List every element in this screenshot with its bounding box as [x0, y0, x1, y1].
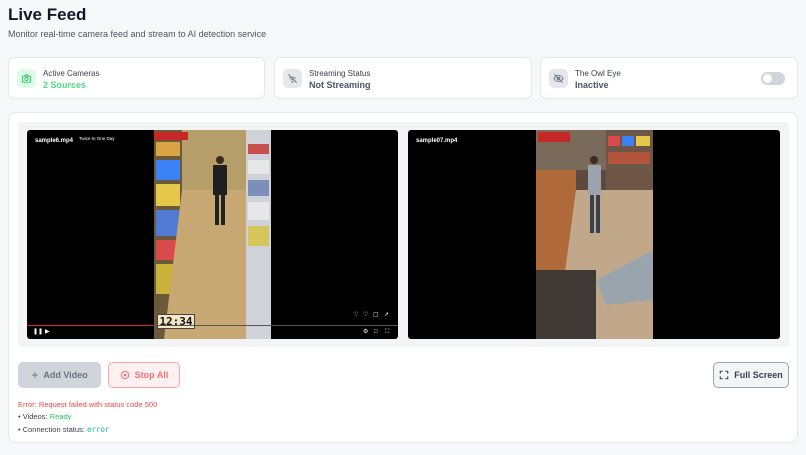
camera-icon	[17, 69, 36, 88]
connection-status-value: error	[86, 425, 110, 434]
dislike-icon[interactable]: ♡	[363, 312, 368, 319]
store-aisle-frame	[154, 130, 271, 339]
owl-eye-label: The Owl Eye	[575, 69, 621, 78]
streaming-status-value: Not Streaming	[309, 80, 371, 90]
error-message: Error: Request failed with status code 5…	[18, 400, 158, 409]
share-icon[interactable]: ➚	[384, 312, 389, 319]
full-screen-label: Full Screen	[734, 370, 783, 380]
page-subtitle: Monitor real-time camera feed and stream…	[8, 29, 267, 39]
fullscreen-icon[interactable]: ⛶	[385, 329, 389, 336]
streaming-status-label: Streaming Status	[309, 69, 371, 78]
owl-eye-value: Inactive	[575, 80, 609, 90]
stop-all-label: Stop All	[134, 370, 169, 380]
like-icon[interactable]: ♡	[353, 312, 358, 319]
stop-circle-icon	[120, 370, 129, 380]
active-cameras-value: 2 Sources	[43, 80, 87, 90]
store-counter-frame	[536, 130, 653, 339]
eye-off-icon	[549, 69, 568, 88]
volume-icon[interactable]: ▶	[45, 329, 50, 336]
active-cameras-label: Active Cameras	[43, 69, 100, 78]
page-title: Live Feed	[8, 5, 87, 24]
settings-icon[interactable]: ⚙	[363, 329, 368, 336]
owl-eye-card: The Owl Eye Inactive	[540, 57, 798, 99]
videos-status-value: Ready	[49, 412, 72, 421]
plus-icon: +	[31, 368, 39, 382]
toggle-knob	[763, 74, 772, 83]
video-panel: 12:34 sample6.mp4 Twice In One Day ❚❚ ▶ …	[8, 112, 798, 443]
save-icon[interactable]: ▢	[373, 312, 379, 319]
videos-status-label: • Videos:	[18, 412, 48, 421]
video-grid: 12:34 sample6.mp4 Twice In One Day ❚❚ ▶ …	[18, 122, 789, 347]
connection-status: • Connection status: error	[18, 425, 110, 434]
video-filename: sample07.mp4	[416, 138, 458, 144]
streaming-status-card: Streaming Status Not Streaming	[274, 57, 532, 99]
video-controls: ❚❚ ▶ ⚙ □ ⛶	[27, 325, 398, 339]
connection-status-label: • Connection status:	[18, 425, 85, 434]
expand-icon	[719, 370, 729, 380]
pause-icon[interactable]: ❚❚	[33, 329, 43, 336]
subtitles-icon[interactable]: □	[374, 329, 378, 336]
videos-status: • Videos: Ready	[18, 412, 71, 421]
add-video-label: Add Video	[43, 370, 88, 380]
add-video-button[interactable]: + Add Video	[18, 362, 101, 388]
owl-eye-toggle[interactable]	[761, 72, 785, 85]
active-cameras-card: Active Cameras 2 Sources	[8, 57, 265, 99]
video-filename: sample6.mp4	[35, 138, 74, 144]
video-overlay-title: Twice In One Day	[79, 136, 115, 141]
video-player-2[interactable]: sample07.mp4	[408, 130, 780, 339]
no-signal-icon	[283, 69, 302, 88]
video-player-1[interactable]: 12:34 sample6.mp4 Twice In One Day ❚❚ ▶ …	[27, 130, 398, 339]
full-screen-button[interactable]: Full Screen	[713, 362, 789, 388]
stop-all-button[interactable]: Stop All	[108, 362, 180, 388]
